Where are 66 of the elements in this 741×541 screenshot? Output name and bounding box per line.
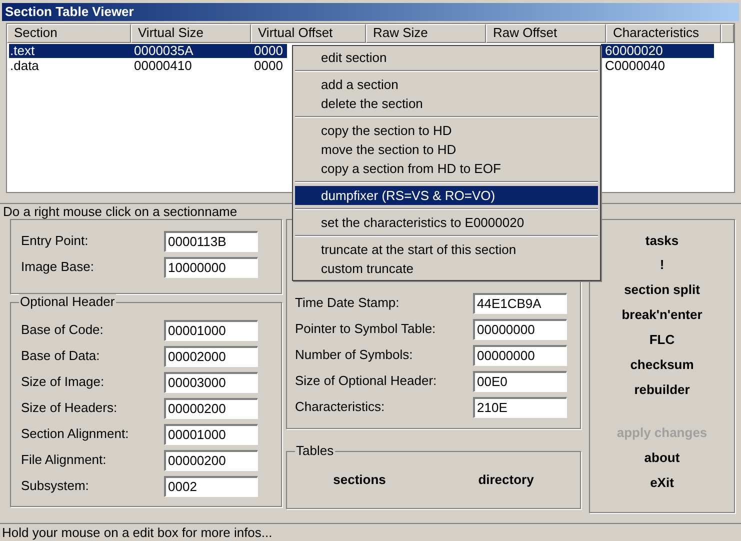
input-field[interactable]: 00002000 [164,346,258,366]
menu-item[interactable]: delete the section [295,94,598,113]
input-field[interactable]: 00001000 [164,320,258,340]
column-header[interactable]: Raw Offset [486,24,606,43]
menu-item[interactable]: set the characteristics to E0000020 [295,213,598,232]
menu-item[interactable]: add a section [295,75,598,94]
field-label: Entry Point: [21,232,90,250]
field-label: Subsystem: [21,477,90,496]
field-label: Image Base: [21,258,95,276]
task-button[interactable]: checksum [630,352,694,377]
table-cell-text: C0000040 [604,59,666,73]
field-label: Time Date Stamp: [295,294,400,312]
tasks-heading: tasks [645,232,679,250]
table-cell[interactable]: .data [9,59,129,73]
group-title: Optional Header [19,294,116,310]
column-header[interactable]: Virtual Size [131,24,251,43]
input-field[interactable]: 210E [473,396,567,418]
field-label: Size of Headers: [21,399,118,418]
field-label: Base of Code: [21,321,104,340]
table-cell-text: 00000410 [133,59,193,73]
task-button[interactable]: about [644,445,680,470]
task-button[interactable]: break'n'enter [622,302,702,327]
field-label: Characteristics: [295,398,386,416]
field-label: Size of Optional Header: [295,372,438,390]
field-label: Section Alignment: [21,425,130,444]
input-field[interactable]: 00001000 [164,424,258,444]
task-button[interactable]: ! [660,252,664,277]
column-header[interactable]: Virtual Offset [251,24,366,43]
field-label: Base of Data: [21,347,101,366]
task-button[interactable]: rebuilder [634,377,690,402]
task-button[interactable]: FLC [649,327,675,352]
table-cell: 0000035A [129,44,251,58]
column-header[interactable] [721,24,734,43]
input-field[interactable]: 00000200 [164,450,258,470]
column-header[interactable]: Raw Size [366,24,486,43]
column-header[interactable]: Characteristics [606,24,721,43]
hint-text: Do a right mouse click on a sectionname [2,202,238,221]
field-label: Size of Image: [21,373,106,392]
field-label: Number of Symbols: [295,346,414,364]
menu-item[interactable]: truncate at the start of this section [295,240,598,259]
menu-item[interactable]: dumpfixer (RS=VS & RO=VO) [295,186,598,205]
status-text: Hold your mouse on a edit box for more infos... [1,524,272,541]
task-button[interactable]: eXit [650,470,674,495]
table-cell[interactable]: .text [9,44,129,58]
input-field[interactable]: 10000000 [164,256,258,278]
input-field[interactable]: 00000200 [164,398,258,418]
menu-item[interactable]: custom truncate [295,259,598,278]
field-label: File Alignment: [21,451,108,470]
table-cell: 0000 [251,44,287,58]
input-field[interactable]: 44E1CB9A [473,292,567,314]
menu-item[interactable]: edit section [295,48,598,67]
input-field[interactable]: 0000113B [164,230,258,252]
menu-item[interactable]: copy the section to HD [295,121,598,140]
menu-item[interactable]: move the section to HD [295,140,598,159]
input-field[interactable]: 00000000 [473,318,567,340]
window-title: Section Table Viewer [5,3,134,22]
table-cell: 60000020 [601,44,714,58]
input-field[interactable]: 00000000 [473,344,567,366]
task-button[interactable]: section split [624,277,700,302]
input-field[interactable]: 00003000 [164,372,258,392]
column-header[interactable]: Section [7,24,131,43]
field-label: Pointer to Symbol Table: [295,320,437,338]
input-field[interactable]: 0002 [164,476,258,496]
table-cell-text: 0000 [253,59,284,73]
input-field[interactable]: 00E0 [473,370,567,392]
menu-item[interactable]: copy a section from HD to EOF [295,159,598,178]
